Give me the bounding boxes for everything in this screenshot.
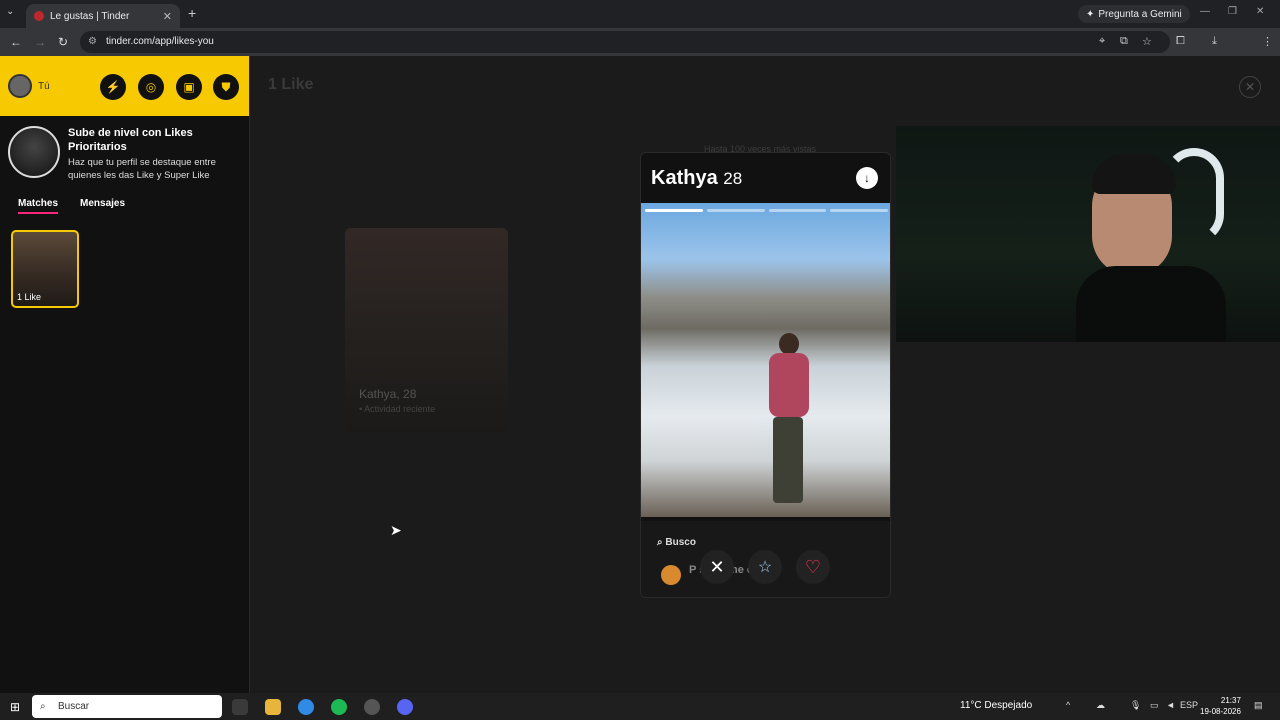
heart-icon: ♡	[804, 556, 822, 577]
url-field[interactable]: ⚙ tinder.com/app/likes-you	[80, 31, 1170, 53]
page-title: 1 Like	[268, 76, 314, 93]
menu-dots-icon[interactable]: ⋮	[1262, 35, 1273, 48]
promo-avatar	[8, 126, 60, 178]
user-avatar[interactable]	[8, 74, 32, 98]
tab-title: Le gustas | Tinder	[50, 10, 130, 22]
taskbar: ⊞ ⌕ Buscar 11°C Despejado ^ ☁ 🎙 ▭ ◄ ESP …	[0, 693, 1280, 720]
sidebar-tabs: Matches Mensajes	[0, 190, 249, 214]
location-icon[interactable]: ⌖	[1099, 35, 1105, 48]
profile-name: Kathya 28	[651, 167, 742, 190]
tinder-page: Tú ⚡ ◎ ▣ ⛊ Sube de nivel con Likes Prior…	[0, 56, 1280, 693]
clock-date: 19-08-2026	[1200, 707, 1241, 716]
file-explorer-icon[interactable]	[265, 699, 281, 715]
tray-chevron-icon[interactable]: ^	[1066, 700, 1070, 710]
blurred-profile-card[interactable]: Kathya, 28 • Actividad reciente	[345, 228, 508, 432]
heart-eyes-emoji-icon	[661, 565, 681, 585]
photo-bar[interactable]	[645, 209, 703, 212]
photo-bar[interactable]	[830, 209, 888, 212]
sidebar: Tú ⚡ ◎ ▣ ⛊ Sube de nivel con Likes Prior…	[0, 56, 250, 693]
tab-list-chevron-icon[interactable]: ⌄	[6, 6, 14, 17]
likes-you-thumbnail[interactable]: 1 Like	[11, 230, 79, 308]
briefcase-icon[interactable]: ▣	[176, 74, 202, 100]
mouse-cursor-icon: ➤	[390, 522, 402, 538]
search-icon: ⌕	[40, 701, 46, 712]
gemini-sparkle-icon: ✦	[1086, 8, 1095, 20]
profile-age: 28	[723, 169, 743, 188]
window-close-icon[interactable]: ✕	[1256, 6, 1264, 17]
likes-count-label: 1 Like	[17, 292, 42, 302]
like-button[interactable]: ♡	[796, 550, 830, 584]
obs-icon[interactable]	[364, 699, 380, 715]
site-info-icon[interactable]: ⚙	[88, 31, 97, 53]
promo-title: Sube de nivel con Likes Prioritarios	[68, 127, 193, 153]
tab-messages[interactable]: Mensajes	[80, 198, 125, 214]
tinder-favicon-icon	[34, 11, 44, 21]
super-like-button[interactable]: ☆	[748, 550, 782, 584]
profile-card: Kathya 28 ↓ ⌕ Busco P st pe me ciert	[640, 152, 891, 598]
url-text: tinder.com/app/likes-you	[106, 36, 214, 47]
blurred-card-activity: • Actividad reciente	[359, 404, 436, 414]
windows-start-icon[interactable]: ⊞	[10, 700, 20, 714]
star-icon: ☆	[757, 559, 773, 576]
task-view-icon[interactable]	[232, 699, 248, 715]
photo-bar[interactable]	[706, 209, 765, 212]
spotify-icon[interactable]	[331, 699, 347, 715]
looking-for-label: ⌕ Busco	[657, 537, 696, 548]
taskbar-search[interactable]: ⌕ Buscar	[32, 695, 222, 718]
profile-name-text: Kathya	[651, 167, 718, 189]
looking-for-label-text: Busco	[665, 537, 696, 548]
photo-progress-bars	[645, 209, 888, 212]
nope-button[interactable]: ✕	[700, 550, 734, 584]
weather-widget[interactable]: 11°C Despejado	[960, 700, 1032, 711]
network-icon[interactable]: ▭	[1150, 700, 1159, 711]
minimize-icon[interactable]: —	[1200, 6, 1210, 17]
install-app-icon[interactable]: ⧉	[1120, 35, 1128, 48]
forward-icon[interactable]: →	[34, 35, 46, 49]
collapse-arrow-down-icon[interactable]: ↓	[856, 167, 878, 189]
gemini-label: Pregunta a Gemini	[1098, 8, 1182, 20]
gemini-button[interactable]: ✦ Pregunta a Gemini	[1078, 5, 1190, 23]
extensions-icon[interactable]: ⧠	[1176, 35, 1185, 48]
priority-likes-promo[interactable]: Sube de nivel con Likes Prioritarios Haz…	[0, 116, 249, 190]
notifications-icon[interactable]: ▤	[1254, 700, 1263, 711]
restore-icon[interactable]: ❐	[1228, 6, 1237, 17]
photo-bar[interactable]	[768, 209, 827, 212]
reload-icon[interactable]: ↻	[58, 35, 68, 49]
download-icon[interactable]: ⤓	[1212, 35, 1217, 48]
browser-tab[interactable]: Le gustas | Tinder ✕	[26, 4, 180, 28]
photo-subject	[761, 333, 817, 513]
boost-icon[interactable]: ⚡	[100, 74, 126, 100]
taskbar-search-placeholder: Buscar	[58, 701, 90, 712]
user-label[interactable]: Tú	[38, 81, 50, 92]
clock[interactable]: 21:37 19-08-2026	[1200, 695, 1241, 717]
bookmark-star-icon[interactable]: ☆	[1142, 35, 1152, 48]
close-x-icon: ✕	[709, 556, 725, 577]
promo-subtitle: Haz que tu perfil se destaque entre quie…	[68, 157, 216, 181]
close-icon[interactable]: ✕	[1239, 76, 1261, 98]
back-icon[interactable]: ←	[10, 35, 22, 49]
clock-time: 21:37	[1220, 696, 1241, 705]
sidebar-header: Tú ⚡ ◎ ▣ ⛊	[0, 56, 249, 116]
address-toolbar: ← → ↻ ⚙ tinder.com/app/likes-you ⌖ ⧉ ☆ ⧠…	[0, 28, 1280, 77]
new-tab-button[interactable]: +	[188, 5, 196, 21]
tab-matches[interactable]: Matches	[18, 198, 59, 214]
browser-tab-bar: ⌄ Le gustas | Tinder ✕ + ✦ Pregunta a Ge…	[0, 0, 1280, 28]
chrome-icon[interactable]	[298, 699, 314, 715]
explore-compass-icon[interactable]: ◎	[138, 74, 164, 100]
mic-icon[interactable]: 🎙	[1130, 700, 1141, 711]
onedrive-icon[interactable]: ☁	[1096, 700, 1105, 711]
tab-close-icon[interactable]: ✕	[163, 10, 172, 23]
blurred-card-name: Kathya, 28	[359, 387, 417, 401]
discord-icon[interactable]	[397, 699, 413, 715]
profile-photo[interactable]	[641, 203, 890, 517]
safety-shield-icon[interactable]: ⛊	[213, 74, 239, 100]
volume-icon[interactable]: ◄	[1166, 700, 1175, 710]
language-indicator[interactable]: ESP	[1180, 700, 1198, 710]
webcam-overlay	[896, 126, 1280, 342]
